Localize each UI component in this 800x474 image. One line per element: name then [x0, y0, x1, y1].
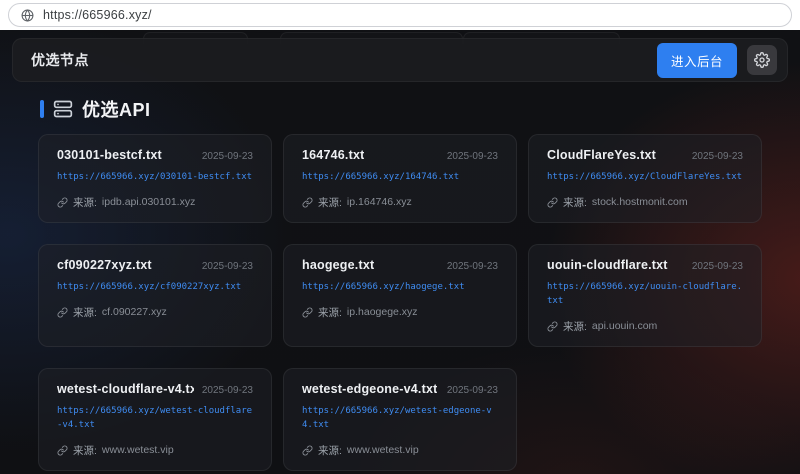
link-icon [57, 197, 68, 208]
card-url-link[interactable]: https://665966.xyz/030101-bestcf.txt [57, 171, 253, 185]
card-title: haogege.txt [302, 258, 374, 272]
site-title: 优选节点 [31, 50, 89, 70]
card-url-link[interactable]: https://665966.xyz/CloudFlareYes.txt [547, 171, 743, 185]
card-source-row: 来源: api.uouin.com [547, 319, 743, 334]
page-body: 优选节点 进入后台 优选API 030101-bestcf.txt 2025-0… [0, 30, 800, 474]
card-source-row: 来源: www.wetest.vip [302, 443, 498, 458]
card-source-domain: cf.090227.xyz [102, 306, 167, 318]
card-source-label: 来源: [73, 305, 97, 320]
card-source-row: 来源: cf.090227.xyz [57, 305, 253, 320]
card-source-label: 来源: [318, 443, 342, 458]
card-url-link[interactable]: https://665966.xyz/164746.txt [302, 171, 498, 185]
link-icon [57, 445, 68, 456]
card-url-link[interactable]: https://665966.xyz/haogege.txt [302, 281, 498, 295]
globe-icon [21, 9, 34, 22]
card-source-row: 来源: stock.hostmonit.com [547, 195, 743, 210]
card-header-row: 164746.txt 2025-09-23 [302, 148, 498, 162]
card-source-label: 来源: [318, 305, 342, 320]
card-header-row: wetest-cloudflare-v4.txt 2025-09-23 [57, 382, 253, 396]
card-url-link[interactable]: https://665966.xyz/cf090227xyz.txt [57, 281, 253, 295]
api-card: wetest-edgeone-v4.txt 2025-09-23 https:/… [283, 368, 517, 471]
card-title: cf090227xyz.txt [57, 258, 152, 272]
card-date: 2025-09-23 [447, 261, 498, 272]
page-header: 优选节点 进入后台 [12, 38, 788, 82]
card-header-row: CloudFlareYes.txt 2025-09-23 [547, 148, 743, 162]
card-source-domain: ip.164746.xyz [347, 196, 412, 208]
admin-panel-button[interactable]: 进入后台 [657, 43, 737, 78]
card-source-row: 来源: ip.haogege.xyz [302, 305, 498, 320]
card-title: 164746.txt [302, 148, 364, 162]
section-title: 优选API [82, 96, 151, 122]
url-field[interactable]: https://665966.xyz/ [8, 3, 792, 27]
card-source-label: 来源: [563, 195, 587, 210]
link-icon [302, 307, 313, 318]
card-header-row: 030101-bestcf.txt 2025-09-23 [57, 148, 253, 162]
api-card: uouin-cloudflare.txt 2025-09-23 https://… [528, 244, 762, 347]
card-source-row: 来源: ip.164746.xyz [302, 195, 498, 210]
settings-button[interactable] [747, 45, 777, 75]
api-card: 164746.txt 2025-09-23 https://665966.xyz… [283, 134, 517, 223]
card-source-domain: ip.haogege.xyz [347, 306, 418, 318]
card-source-domain: ipdb.api.030101.xyz [102, 196, 195, 208]
link-icon [302, 445, 313, 456]
card-source-domain: www.wetest.vip [102, 444, 174, 456]
card-url-link[interactable]: https://665966.xyz/wetest-edgeone-v4.txt [302, 405, 498, 433]
card-source-domain: stock.hostmonit.com [592, 196, 688, 208]
link-icon [547, 321, 558, 332]
server-icon [53, 99, 73, 119]
card-title: wetest-cloudflare-v4.txt [57, 382, 194, 396]
card-source-label: 来源: [73, 443, 97, 458]
api-section-heading: 优选API [40, 96, 760, 122]
api-card: cf090227xyz.txt 2025-09-23 https://66596… [38, 244, 272, 347]
card-source-domain: www.wetest.vip [347, 444, 419, 456]
accent-bar [40, 100, 44, 118]
card-source-row: 来源: ipdb.api.030101.xyz [57, 195, 253, 210]
api-card-grid: 030101-bestcf.txt 2025-09-23 https://665… [38, 134, 762, 471]
browser-address-bar: https://665966.xyz/ [0, 0, 800, 30]
card-header-row: uouin-cloudflare.txt 2025-09-23 [547, 258, 743, 272]
card-url-link[interactable]: https://665966.xyz/uouin-cloudflare.txt [547, 281, 743, 309]
card-title: uouin-cloudflare.txt [547, 258, 668, 272]
card-source-label: 来源: [318, 195, 342, 210]
card-date: 2025-09-23 [692, 261, 743, 272]
link-icon [302, 197, 313, 208]
card-header-row: haogege.txt 2025-09-23 [302, 258, 498, 272]
card-header-row: wetest-edgeone-v4.txt 2025-09-23 [302, 382, 498, 396]
card-source-label: 来源: [73, 195, 97, 210]
api-card: 030101-bestcf.txt 2025-09-23 https://665… [38, 134, 272, 223]
card-title: CloudFlareYes.txt [547, 148, 656, 162]
card-date: 2025-09-23 [202, 261, 253, 272]
api-card: CloudFlareYes.txt 2025-09-23 https://665… [528, 134, 762, 223]
card-header-row: cf090227xyz.txt 2025-09-23 [57, 258, 253, 272]
card-source-row: 来源: www.wetest.vip [57, 443, 253, 458]
card-url-link[interactable]: https://665966.xyz/wetest-cloudflare-v4.… [57, 405, 253, 433]
card-source-domain: api.uouin.com [592, 320, 657, 332]
card-source-label: 来源: [563, 319, 587, 334]
card-date: 2025-09-23 [692, 151, 743, 162]
url-text[interactable]: https://665966.xyz/ [43, 8, 152, 22]
gear-icon [754, 52, 770, 68]
link-icon [547, 197, 558, 208]
link-icon [57, 307, 68, 318]
api-card: haogege.txt 2025-09-23 https://665966.xy… [283, 244, 517, 347]
card-date: 2025-09-23 [447, 385, 498, 396]
api-card: wetest-cloudflare-v4.txt 2025-09-23 http… [38, 368, 272, 471]
card-date: 2025-09-23 [202, 385, 253, 396]
card-date: 2025-09-23 [447, 151, 498, 162]
card-date: 2025-09-23 [202, 151, 253, 162]
card-title: 030101-bestcf.txt [57, 148, 162, 162]
card-title: wetest-edgeone-v4.txt [302, 382, 437, 396]
